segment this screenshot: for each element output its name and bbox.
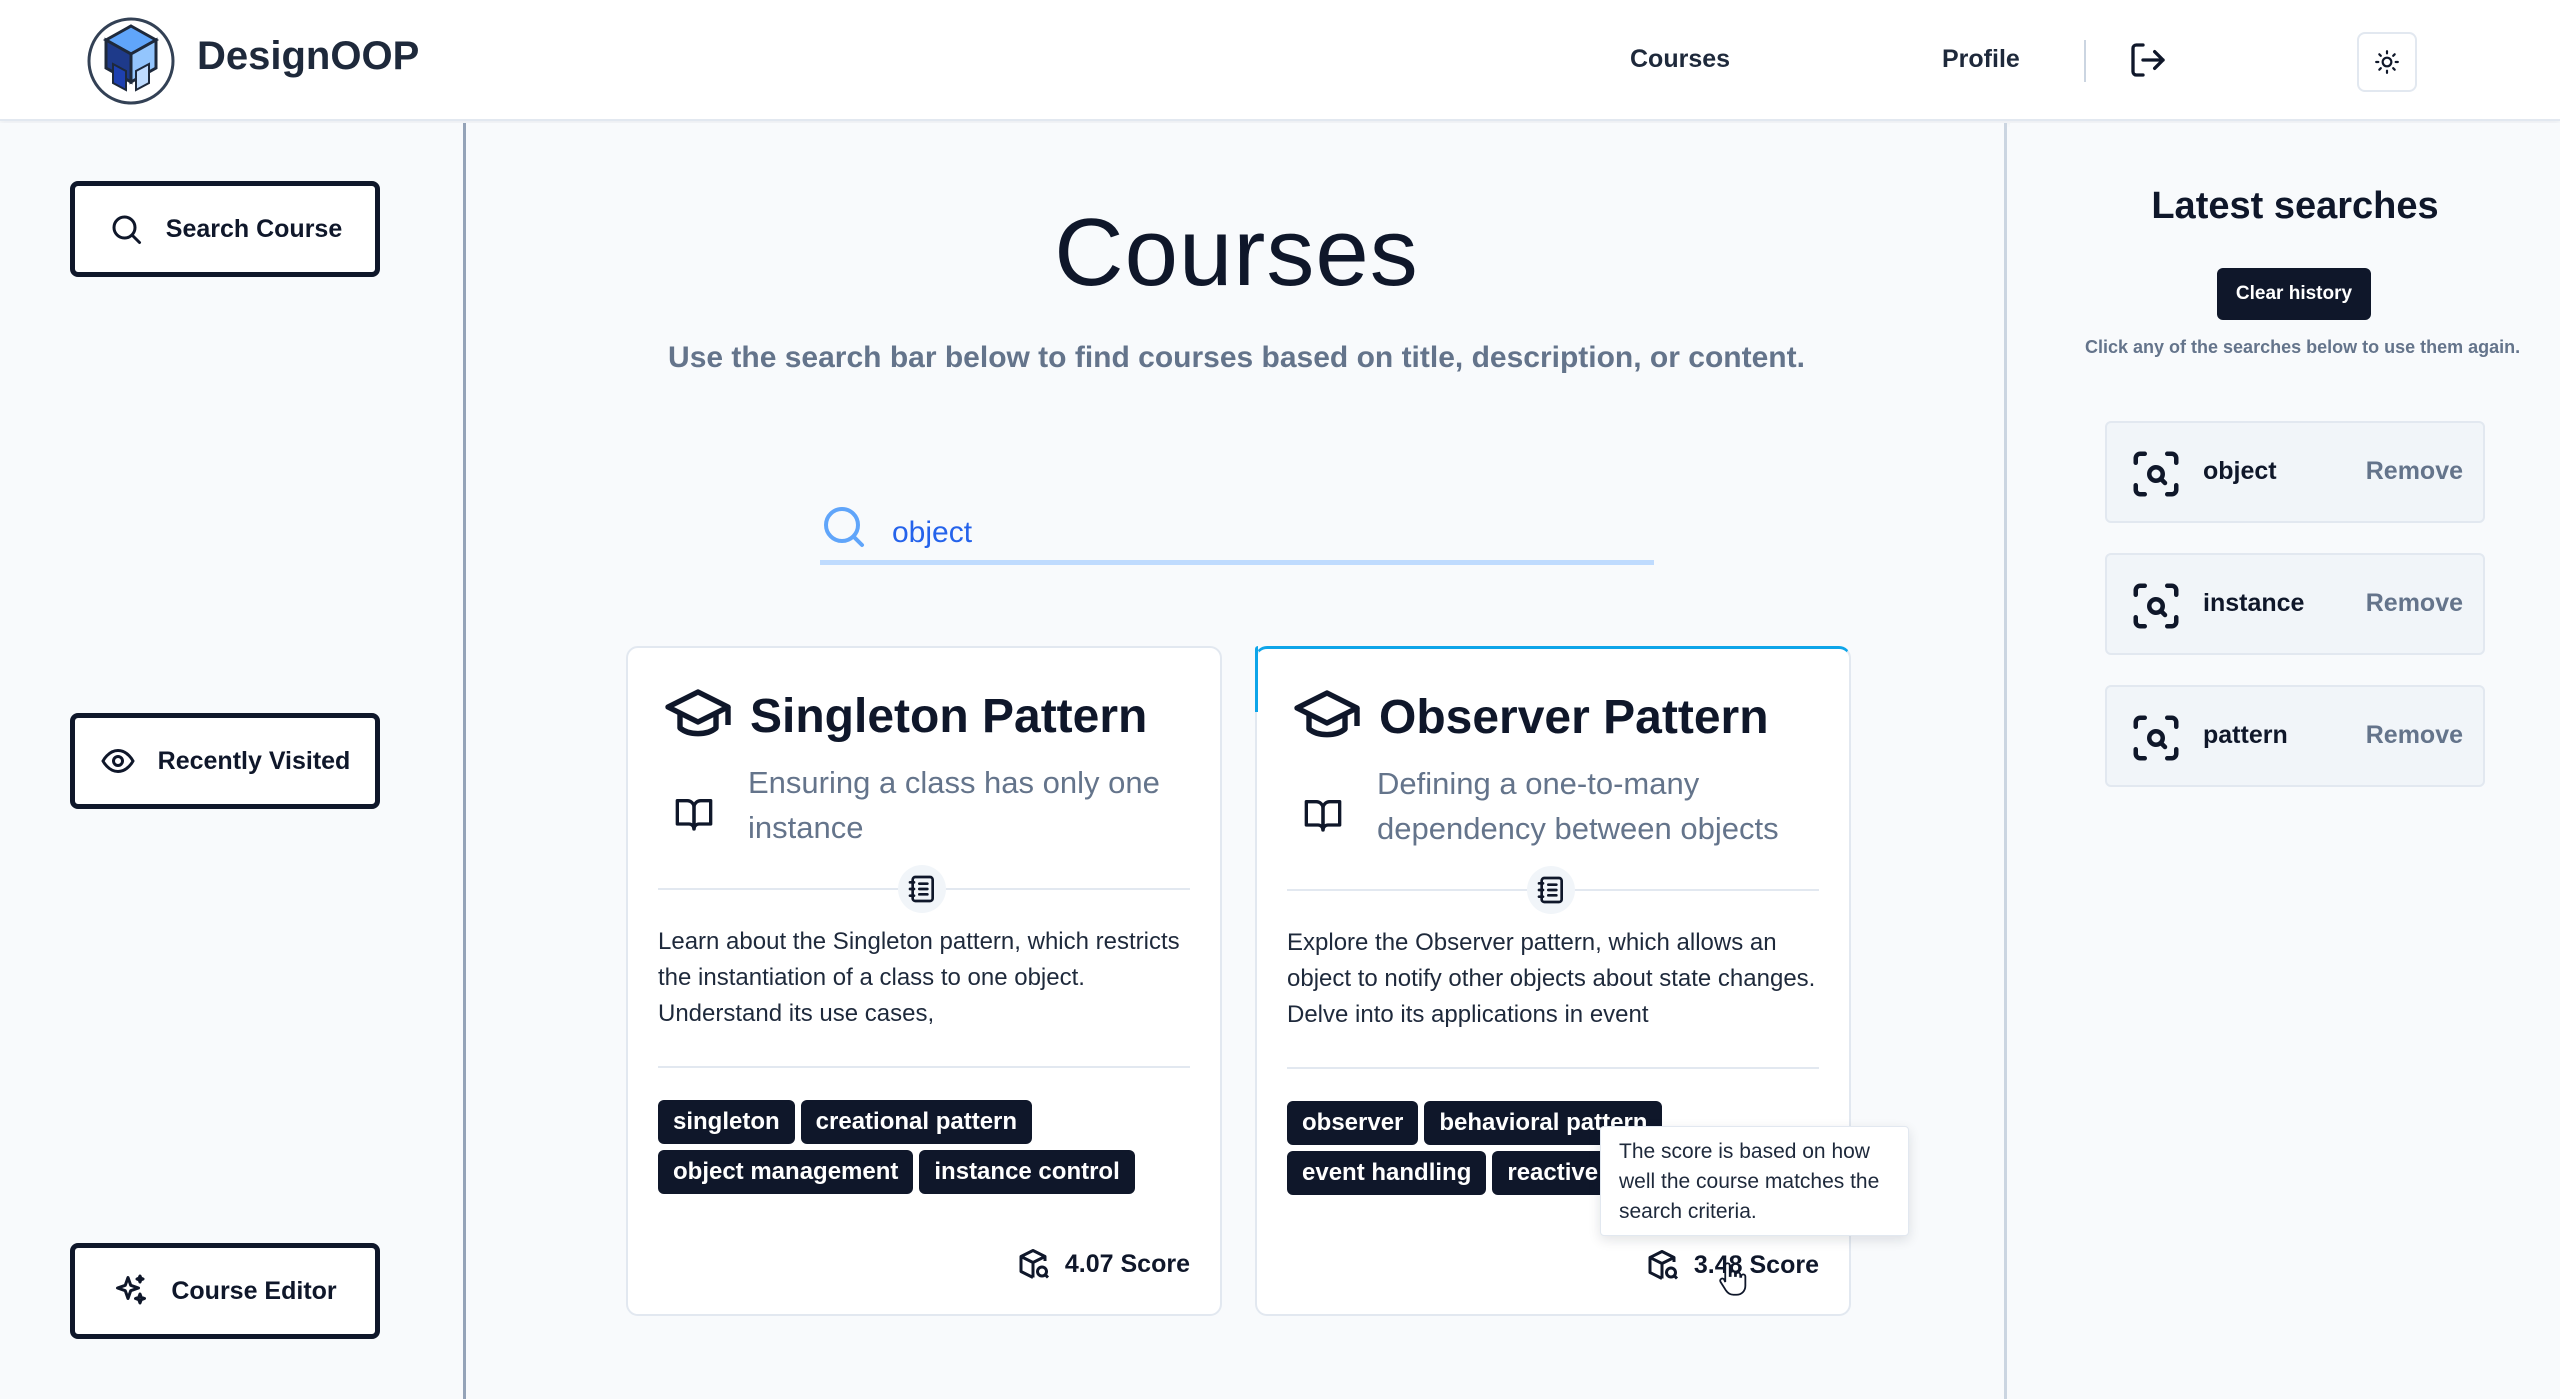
card-subtitle: Defining a one-to-many dependency betwee…: [1377, 766, 1779, 846]
history-hint: Click any of the searches below to use t…: [2085, 337, 2521, 357]
card-description: Learn about the Singleton pattern, which…: [658, 928, 1180, 1027]
history-term: instance: [2203, 589, 2305, 617]
book-icon: [1304, 800, 1342, 832]
clear-history-button[interactable]: Clear history: [2217, 268, 2371, 320]
search-input[interactable]: [892, 509, 1632, 557]
search-icon: [824, 507, 864, 547]
course-card[interactable]: Singleton Pattern Ensuring a class has o…: [626, 646, 1222, 1316]
history-term: pattern: [2203, 721, 2288, 749]
logo-icon[interactable]: [86, 16, 176, 106]
package-search-icon: [1648, 1250, 1678, 1280]
scan-search-icon: [2133, 451, 2179, 497]
book-icon: [675, 799, 713, 831]
score-value: 4.07 Score: [1064, 1249, 1190, 1278]
card-header: Observer Pattern: [1291, 687, 1769, 747]
hand-cursor-icon: [1719, 1262, 1747, 1296]
package-search-icon: [1019, 1249, 1049, 1279]
history-item[interactable]: instance Remove: [2105, 553, 2485, 655]
search-course-button[interactable]: Search Course: [70, 181, 380, 277]
notebook-icon: [1527, 866, 1575, 914]
eye-icon: [100, 748, 135, 774]
search-course-label: Search Course: [165, 214, 343, 243]
divider: [658, 1066, 1190, 1068]
history-item[interactable]: object Remove: [2105, 421, 2485, 523]
history-item[interactable]: pattern Remove: [2105, 685, 2485, 787]
remove-button[interactable]: Remove: [2366, 589, 2463, 618]
page-title: Courses: [1054, 199, 1419, 306]
score-badge[interactable]: 4.07 Score: [1015, 1246, 1190, 1282]
sparkles-icon: [116, 1274, 147, 1305]
tag[interactable]: object management: [658, 1150, 914, 1194]
scan-search-icon: [2133, 583, 2179, 629]
graduation-cap-icon: [1294, 690, 1360, 738]
tag[interactable]: observer: [1287, 1101, 1419, 1145]
tag-list: singleton creational pattern object mana…: [658, 1100, 1190, 1194]
tag[interactable]: reactive: [1492, 1151, 1614, 1195]
score-tooltip: The score is based on how well the cours…: [1600, 1126, 1909, 1236]
score-value: 3.48 Score: [1693, 1250, 1819, 1279]
notebook-icon: [898, 865, 946, 913]
search-icon: [112, 215, 141, 244]
nav-profile[interactable]: Profile: [1942, 45, 2020, 74]
nav-courses[interactable]: Courses: [1630, 45, 1730, 74]
divider: [1287, 1067, 1819, 1069]
theme-toggle-button[interactable]: [2357, 32, 2417, 92]
card-title[interactable]: Singleton Pattern: [750, 689, 1147, 744]
sun-icon: [2375, 50, 2399, 74]
remove-button[interactable]: Remove: [2366, 721, 2463, 750]
tag[interactable]: creational pattern: [800, 1100, 1033, 1144]
card-title[interactable]: Observer Pattern: [1379, 690, 1769, 745]
tag[interactable]: singleton: [658, 1100, 795, 1144]
course-editor-button[interactable]: Course Editor: [70, 1243, 380, 1339]
card-description: Explore the Observer pattern, which allo…: [1287, 929, 1816, 1028]
tag[interactable]: instance control: [919, 1150, 1135, 1194]
brand-name[interactable]: DesignOOP: [197, 34, 419, 79]
history-term: object: [2203, 457, 2277, 485]
card-subtitle: Ensuring a class has only one instance: [748, 765, 1160, 845]
logout-icon[interactable]: [2128, 40, 2168, 80]
top-header: DesignOOP Courses Profile: [0, 0, 2560, 121]
recently-visited-button[interactable]: Recently Visited: [70, 713, 380, 809]
card-header: Singleton Pattern: [662, 686, 1147, 746]
left-sidebar: Search Course Recently Visited Course Ed…: [0, 123, 466, 1399]
course-editor-label: Course Editor: [171, 1276, 337, 1305]
right-sidebar: Latest searches Clear history Click any …: [2010, 123, 2560, 1399]
nav-divider: [2084, 40, 2086, 82]
page-subtitle: Use the search bar below to find courses…: [668, 341, 1805, 374]
remove-button[interactable]: Remove: [2366, 457, 2463, 486]
recently-visited-label: Recently Visited: [157, 746, 351, 775]
graduation-cap-icon: [665, 689, 731, 737]
search-bar: [820, 503, 1654, 565]
tag[interactable]: event handling: [1287, 1151, 1487, 1195]
scan-search-icon: [2133, 715, 2179, 761]
history-title: Latest searches: [2151, 185, 2439, 227]
